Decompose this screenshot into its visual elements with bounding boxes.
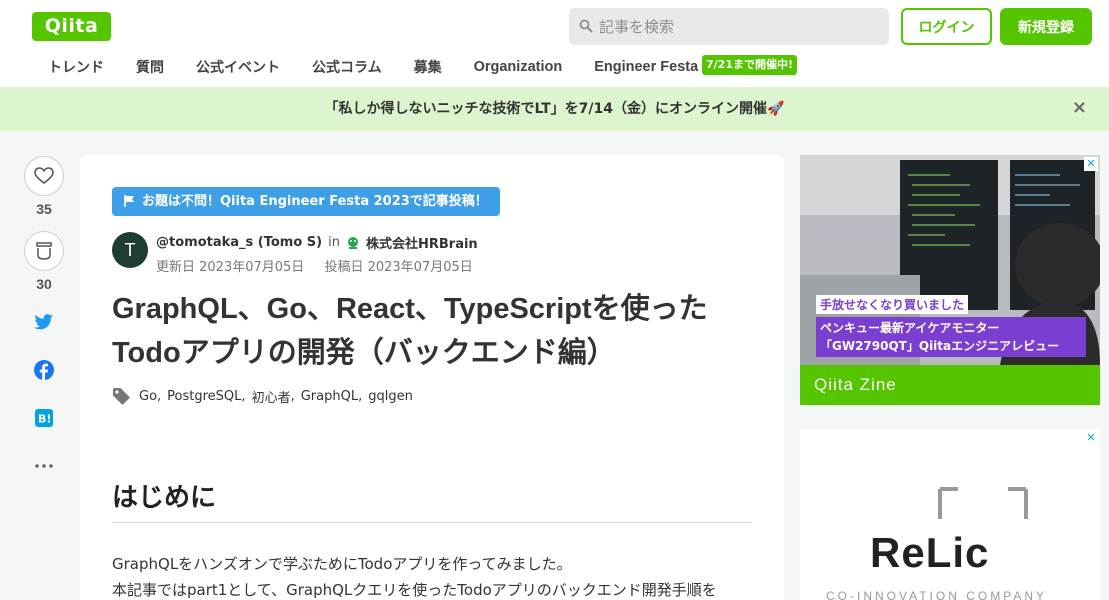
- event-tag[interactable]: お題は不問！Qiita Engineer Festa 2023で記事投稿！: [112, 187, 500, 216]
- login-button[interactable]: ログイン: [901, 8, 992, 45]
- article-dates: 更新日 2023年07月05日 投稿日 2023年07月05日: [156, 256, 473, 275]
- stock-count: 30: [36, 276, 52, 292]
- facebook-icon: [34, 360, 54, 380]
- announcement-banner: 「私しか得しないニッチな技術でLT」を7/14（金）にオンライン開催🚀 ×: [0, 87, 1109, 131]
- tag-list: Go, PostgreSQL, 初心者, GraphQL, gqlgen: [112, 387, 413, 406]
- nav-item-organization[interactable]: Organization: [458, 59, 579, 75]
- qiita-logo[interactable]: Qiita: [32, 12, 111, 41]
- twitter-icon: [34, 313, 54, 329]
- like-button[interactable]: [24, 156, 64, 196]
- body-paragraph: GraphQLをハンズオンで学ぶためにTodoアプリを作ってみました。: [112, 555, 572, 573]
- hatena-bookmark-button[interactable]: B!: [24, 406, 64, 430]
- like-count: 35: [36, 201, 52, 217]
- tag-icon: [113, 388, 130, 405]
- event-tag-label: お題は不問！Qiita Engineer Festa 2023で記事投稿！: [142, 194, 488, 209]
- ad-headline: ペンキュー最新アイケアモニター「GW2790QT」Qiitaエンジニアレビュー: [816, 317, 1086, 357]
- svg-text:B!: B!: [38, 413, 51, 426]
- main-nav: トレンド 質問 公式イベント 公式コラム 募集 Organization Eng…: [32, 55, 797, 79]
- twitter-share-button[interactable]: [24, 310, 64, 334]
- banner-text[interactable]: 「私しか得しないニッチな技術でLT」を7/14（金）にオンライン開催🚀: [325, 101, 785, 117]
- organization-name[interactable]: 株式会社HRBrain: [366, 233, 478, 252]
- search-input[interactable]: [599, 8, 879, 45]
- updated-date: 更新日 2023年07月05日: [156, 260, 305, 275]
- heart-icon: [34, 167, 54, 184]
- nav-item-question[interactable]: 質問: [120, 57, 180, 77]
- site-header: Qiita ログイン 新規登録 トレンド 質問 公式イベント 公式コラム 募集 …: [0, 0, 1109, 87]
- stock-icon: [36, 242, 52, 260]
- tag-item[interactable]: GraphQL: [301, 389, 358, 404]
- ad-catchcopy: 手放せなくなり買いました: [816, 295, 969, 314]
- more-options-button[interactable]: [24, 454, 64, 478]
- author-name[interactable]: @tomotaka_s (Tomo S): [156, 235, 322, 250]
- author-line: @tomotaka_s (Tomo S) in 株式会社HRBrain: [156, 233, 478, 252]
- article-title: GraphQL、Go、React、TypeScriptを使ったTodoアプリの開…: [112, 293, 708, 369]
- search-box[interactable]: [569, 8, 889, 45]
- section-heading: はじめに: [112, 477, 752, 523]
- avatar[interactable]: T: [112, 232, 148, 268]
- festa-badge: 7/21まで開催中!: [702, 55, 797, 75]
- relic-bracket-icon: [938, 487, 1028, 519]
- share-rail: 35 30 B!: [24, 156, 64, 478]
- nav-item-official-event[interactable]: 公式イベント: [180, 57, 296, 77]
- tag-item[interactable]: PostgreSQL: [167, 389, 241, 404]
- relic-logo: ReLic: [870, 529, 990, 576]
- tag-item[interactable]: gqlgen: [368, 389, 413, 404]
- posted-date: 投稿日 2023年07月05日: [324, 260, 473, 275]
- org-icon: [347, 236, 358, 249]
- ad-banner-relic[interactable]: ReLic CO-INNOVATION COMPANY ✕: [800, 429, 1100, 600]
- nav-item-recruit[interactable]: 募集: [398, 57, 458, 77]
- author-in-label: in: [328, 235, 340, 250]
- ad-banner-qiita-zine[interactable]: 手放せなくなり買いました ペンキュー最新アイケアモニター「GW2790QT」Qi…: [800, 155, 1100, 405]
- relic-tagline: CO-INNOVATION COMPANY: [826, 589, 1048, 600]
- body-paragraph: 本記事ではpart1として、GraphQLクエリを使ったTodoアプリのバックエ…: [112, 581, 717, 599]
- nav-item-official-column[interactable]: 公式コラム: [296, 57, 398, 77]
- signup-button[interactable]: 新規登録: [1000, 8, 1092, 45]
- tag-item[interactable]: 初心者: [252, 387, 291, 406]
- close-icon[interactable]: ×: [1072, 87, 1087, 129]
- nav-item-trend[interactable]: トレンド: [32, 57, 120, 77]
- hatena-bookmark-icon: B!: [35, 409, 53, 427]
- qiita-zine-logo: Qiita Zine: [800, 365, 1100, 405]
- more-icon: [35, 464, 53, 468]
- ad-close-icon[interactable]: ✕: [1084, 157, 1098, 171]
- facebook-share-button[interactable]: [24, 358, 64, 382]
- article-body: GraphQLをハンズオンで学ぶためにTodoアプリを作ってみました。 本記事で…: [112, 551, 752, 600]
- flag-icon: [124, 195, 134, 207]
- ad-close-icon[interactable]: ✕: [1084, 431, 1098, 445]
- search-icon: [579, 19, 593, 33]
- nav-item-engineer-festa[interactable]: Engineer Festa: [578, 59, 714, 75]
- tag-item[interactable]: Go: [139, 389, 157, 404]
- article-card: お題は不問！Qiita Engineer Festa 2023で記事投稿！ T …: [80, 155, 784, 600]
- stock-button[interactable]: [24, 231, 64, 271]
